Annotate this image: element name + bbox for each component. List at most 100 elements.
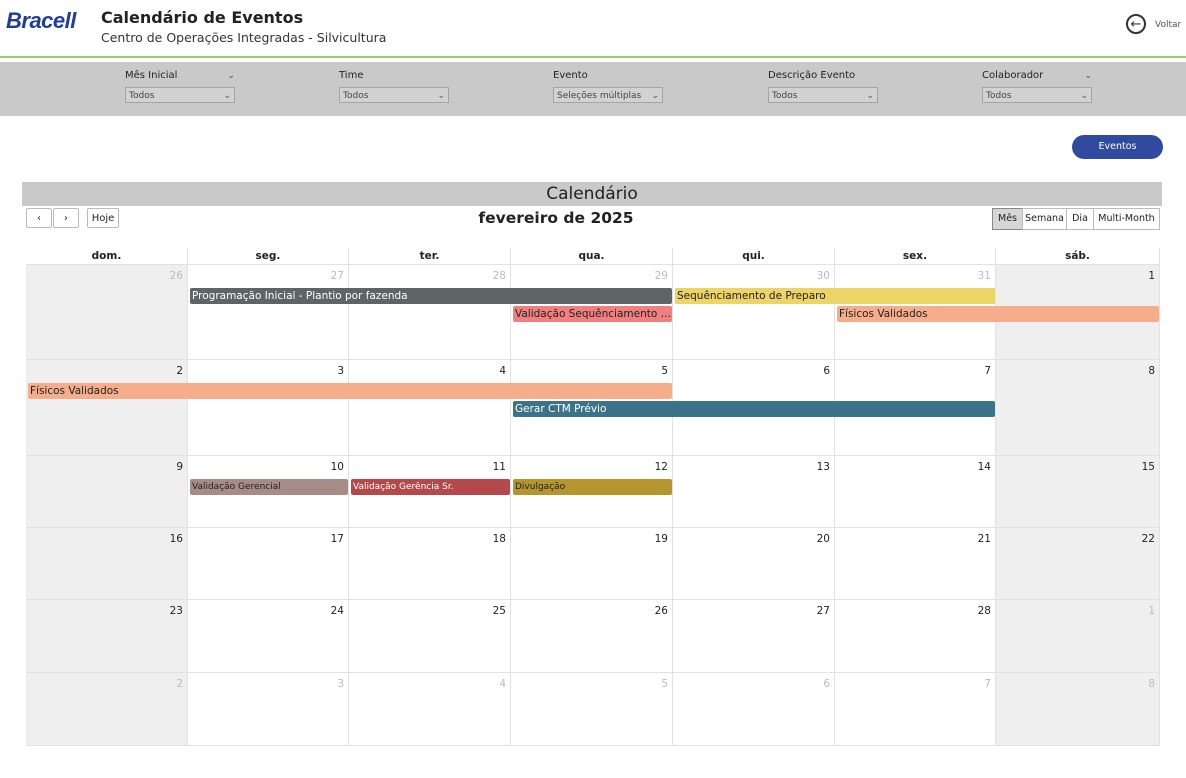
filter-dropdown[interactable]: Todos ⌄	[125, 87, 235, 103]
day-cell[interactable]: 28	[835, 600, 996, 673]
day-cell[interactable]: 4	[349, 673, 511, 746]
filter-dropdown[interactable]: Todos ⌄	[339, 87, 449, 103]
day-cell[interactable]: 24	[188, 600, 349, 673]
day-cell[interactable]: 7	[835, 673, 996, 746]
day-number[interactable]: 30	[817, 270, 830, 282]
view-day-button[interactable]: Dia	[1066, 208, 1094, 230]
day-number[interactable]: 28	[978, 605, 991, 617]
day-number[interactable]: 29	[655, 270, 668, 282]
calendar-event[interactable]: Gerar CTM Prévio	[513, 401, 995, 417]
day-cell[interactable]: 3	[188, 673, 349, 746]
day-cell[interactable]: 5	[511, 673, 673, 746]
calendar-event[interactable]: Físicos Validados	[837, 306, 1159, 322]
day-number[interactable]: 15	[1142, 461, 1155, 473]
day-number[interactable]: 16	[170, 533, 183, 545]
day-number[interactable]: 8	[1148, 365, 1155, 377]
day-number[interactable]: 27	[817, 605, 830, 617]
day-number[interactable]: 22	[1142, 533, 1155, 545]
day-cell[interactable]: 15	[996, 456, 1160, 528]
prev-month-button[interactable]: ‹	[26, 208, 52, 228]
day-number[interactable]: 17	[331, 533, 344, 545]
day-number[interactable]: 24	[331, 605, 344, 617]
day-cell[interactable]: 20	[673, 528, 835, 600]
day-number[interactable]: 12	[655, 461, 668, 473]
day-number[interactable]: 2	[176, 365, 183, 377]
day-number[interactable]: 21	[978, 533, 991, 545]
day-number[interactable]: 25	[493, 605, 506, 617]
day-number[interactable]: 14	[978, 461, 991, 473]
day-cell[interactable]: 30	[673, 265, 835, 360]
day-number[interactable]: 8	[1148, 678, 1155, 690]
next-month-button[interactable]: ›	[53, 208, 79, 228]
day-number[interactable]: 26	[655, 605, 668, 617]
filter-dropdown[interactable]: Todos ⌄	[768, 87, 878, 103]
day-number[interactable]: 5	[661, 678, 668, 690]
day-cell[interactable]: 2	[26, 360, 188, 456]
day-cell[interactable]: 17	[188, 528, 349, 600]
day-cell[interactable]: 9	[26, 456, 188, 528]
calendar-event[interactable]: Validação Sequênciamento de Preparo	[513, 306, 672, 322]
filter-dropdown[interactable]: Seleções múltiplas ⌄	[553, 87, 663, 103]
filter-dropdown[interactable]: Todos ⌄	[982, 87, 1092, 103]
day-number[interactable]: 4	[499, 365, 506, 377]
day-number[interactable]: 11	[493, 461, 506, 473]
day-cell[interactable]: 22	[996, 528, 1160, 600]
back-arrow-icon[interactable]: ←	[1126, 14, 1146, 34]
day-cell[interactable]: 28	[349, 265, 511, 360]
day-number[interactable]: 7	[984, 678, 991, 690]
day-cell[interactable]: 6	[673, 673, 835, 746]
day-cell[interactable]: 2	[26, 673, 188, 746]
day-number[interactable]: 6	[823, 678, 830, 690]
calendar-event[interactable]: Físicos Validados	[28, 383, 672, 399]
day-number[interactable]: 4	[499, 678, 506, 690]
back-button-label[interactable]: Voltar	[1155, 20, 1181, 30]
day-number[interactable]: 27	[331, 270, 344, 282]
day-cell[interactable]: 26	[26, 265, 188, 360]
day-cell[interactable]: 14	[835, 456, 996, 528]
day-number[interactable]: 23	[170, 605, 183, 617]
day-number[interactable]: 1	[1148, 605, 1155, 617]
view-week-button[interactable]: Semana	[1022, 208, 1067, 230]
day-cell[interactable]: 18	[349, 528, 511, 600]
day-number[interactable]: 7	[984, 365, 991, 377]
day-number[interactable]: 26	[170, 270, 183, 282]
day-number[interactable]: 13	[817, 461, 830, 473]
day-number[interactable]: 28	[493, 270, 506, 282]
day-number[interactable]: 10	[331, 461, 344, 473]
day-number[interactable]: 20	[817, 533, 830, 545]
day-cell[interactable]: 13	[673, 456, 835, 528]
chevron-down-icon[interactable]: ⌄	[1084, 69, 1092, 83]
day-number[interactable]: 6	[823, 365, 830, 377]
eventos-button[interactable]: Eventos	[1072, 135, 1163, 159]
calendar-event[interactable]: Sequênciamento de Preparo	[675, 288, 995, 304]
view-multi-month-button[interactable]: Multi-Month	[1093, 208, 1160, 230]
day-number[interactable]: 1	[1148, 270, 1155, 282]
day-cell[interactable]: 19	[511, 528, 673, 600]
day-cell[interactable]: 8	[996, 673, 1160, 746]
day-number[interactable]: 18	[493, 533, 506, 545]
day-cell[interactable]: 3	[188, 360, 349, 456]
day-cell[interactable]: 1	[996, 600, 1160, 673]
calendar-event[interactable]: Validação Gerência Sr.	[351, 479, 510, 495]
calendar-event[interactable]: Validação Gerencial	[190, 479, 348, 495]
chevron-down-icon[interactable]: ⌄	[227, 69, 235, 83]
calendar-event[interactable]: Divulgação	[513, 479, 672, 495]
day-cell[interactable]: 16	[26, 528, 188, 600]
day-cell[interactable]: 25	[349, 600, 511, 673]
day-cell[interactable]: 26	[511, 600, 673, 673]
day-number[interactable]: 19	[655, 533, 668, 545]
day-cell[interactable]: 27	[188, 265, 349, 360]
day-cell[interactable]: 27	[673, 600, 835, 673]
calendar-event[interactable]: Programação Inicial - Plantio por fazend…	[190, 288, 672, 304]
day-cell[interactable]: 8	[996, 360, 1160, 456]
day-cell[interactable]: 4	[349, 360, 511, 456]
today-button[interactable]: Hoje	[87, 208, 119, 228]
day-number[interactable]: 2	[176, 678, 183, 690]
day-cell[interactable]: 23	[26, 600, 188, 673]
day-number[interactable]: 3	[337, 365, 344, 377]
day-number[interactable]: 9	[176, 461, 183, 473]
day-cell[interactable]: 21	[835, 528, 996, 600]
day-number[interactable]: 5	[661, 365, 668, 377]
view-month-button[interactable]: Mês	[992, 208, 1023, 230]
day-number[interactable]: 3	[337, 678, 344, 690]
